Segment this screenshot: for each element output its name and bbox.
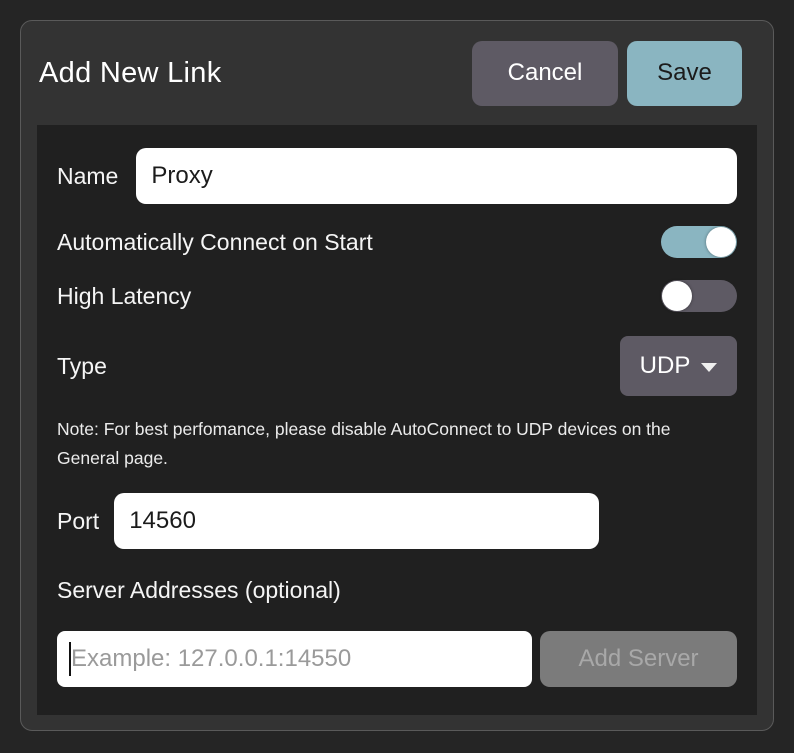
text-cursor <box>69 642 71 676</box>
port-input[interactable] <box>114 493 599 549</box>
port-row: Port <box>57 493 737 549</box>
high-latency-label: High Latency <box>57 283 191 310</box>
auto-connect-label: Automatically Connect on Start <box>57 229 373 256</box>
header-buttons: Cancel Save <box>472 41 742 106</box>
high-latency-row: High Latency <box>57 280 737 312</box>
name-label: Name <box>57 163 118 190</box>
add-server-button[interactable]: Add Server <box>540 631 737 687</box>
chevron-down-icon <box>701 363 717 372</box>
server-addresses-label: Server Addresses (optional) <box>57 575 737 605</box>
toggle-knob <box>662 281 692 311</box>
toggle-knob <box>706 227 736 257</box>
dialog-title: Add New Link <box>39 57 222 90</box>
name-row: Name <box>57 148 737 204</box>
type-row: Type UDP <box>57 336 737 396</box>
type-dropdown[interactable]: UDP <box>620 336 737 396</box>
name-input[interactable] <box>136 148 737 204</box>
save-button[interactable]: Save <box>627 41 742 106</box>
type-label: Type <box>57 353 107 380</box>
note-text: Note: For best perfomance, please disabl… <box>57 415 737 473</box>
server-address-input[interactable] <box>57 631 532 687</box>
server-address-row: Add Server <box>57 631 737 687</box>
high-latency-toggle[interactable] <box>661 280 737 312</box>
add-link-dialog: Add New Link Cancel Save Name Automatica… <box>20 20 774 731</box>
port-label: Port <box>57 508 99 535</box>
dialog-header: Add New Link Cancel Save <box>21 21 773 125</box>
type-dropdown-value: UDP <box>640 352 691 380</box>
auto-connect-row: Automatically Connect on Start <box>57 226 737 258</box>
cancel-button[interactable]: Cancel <box>472 41 618 106</box>
auto-connect-toggle[interactable] <box>661 226 737 258</box>
server-input-wrap <box>57 631 532 687</box>
link-settings-panel: Name Automatically Connect on Start High… <box>37 125 757 715</box>
